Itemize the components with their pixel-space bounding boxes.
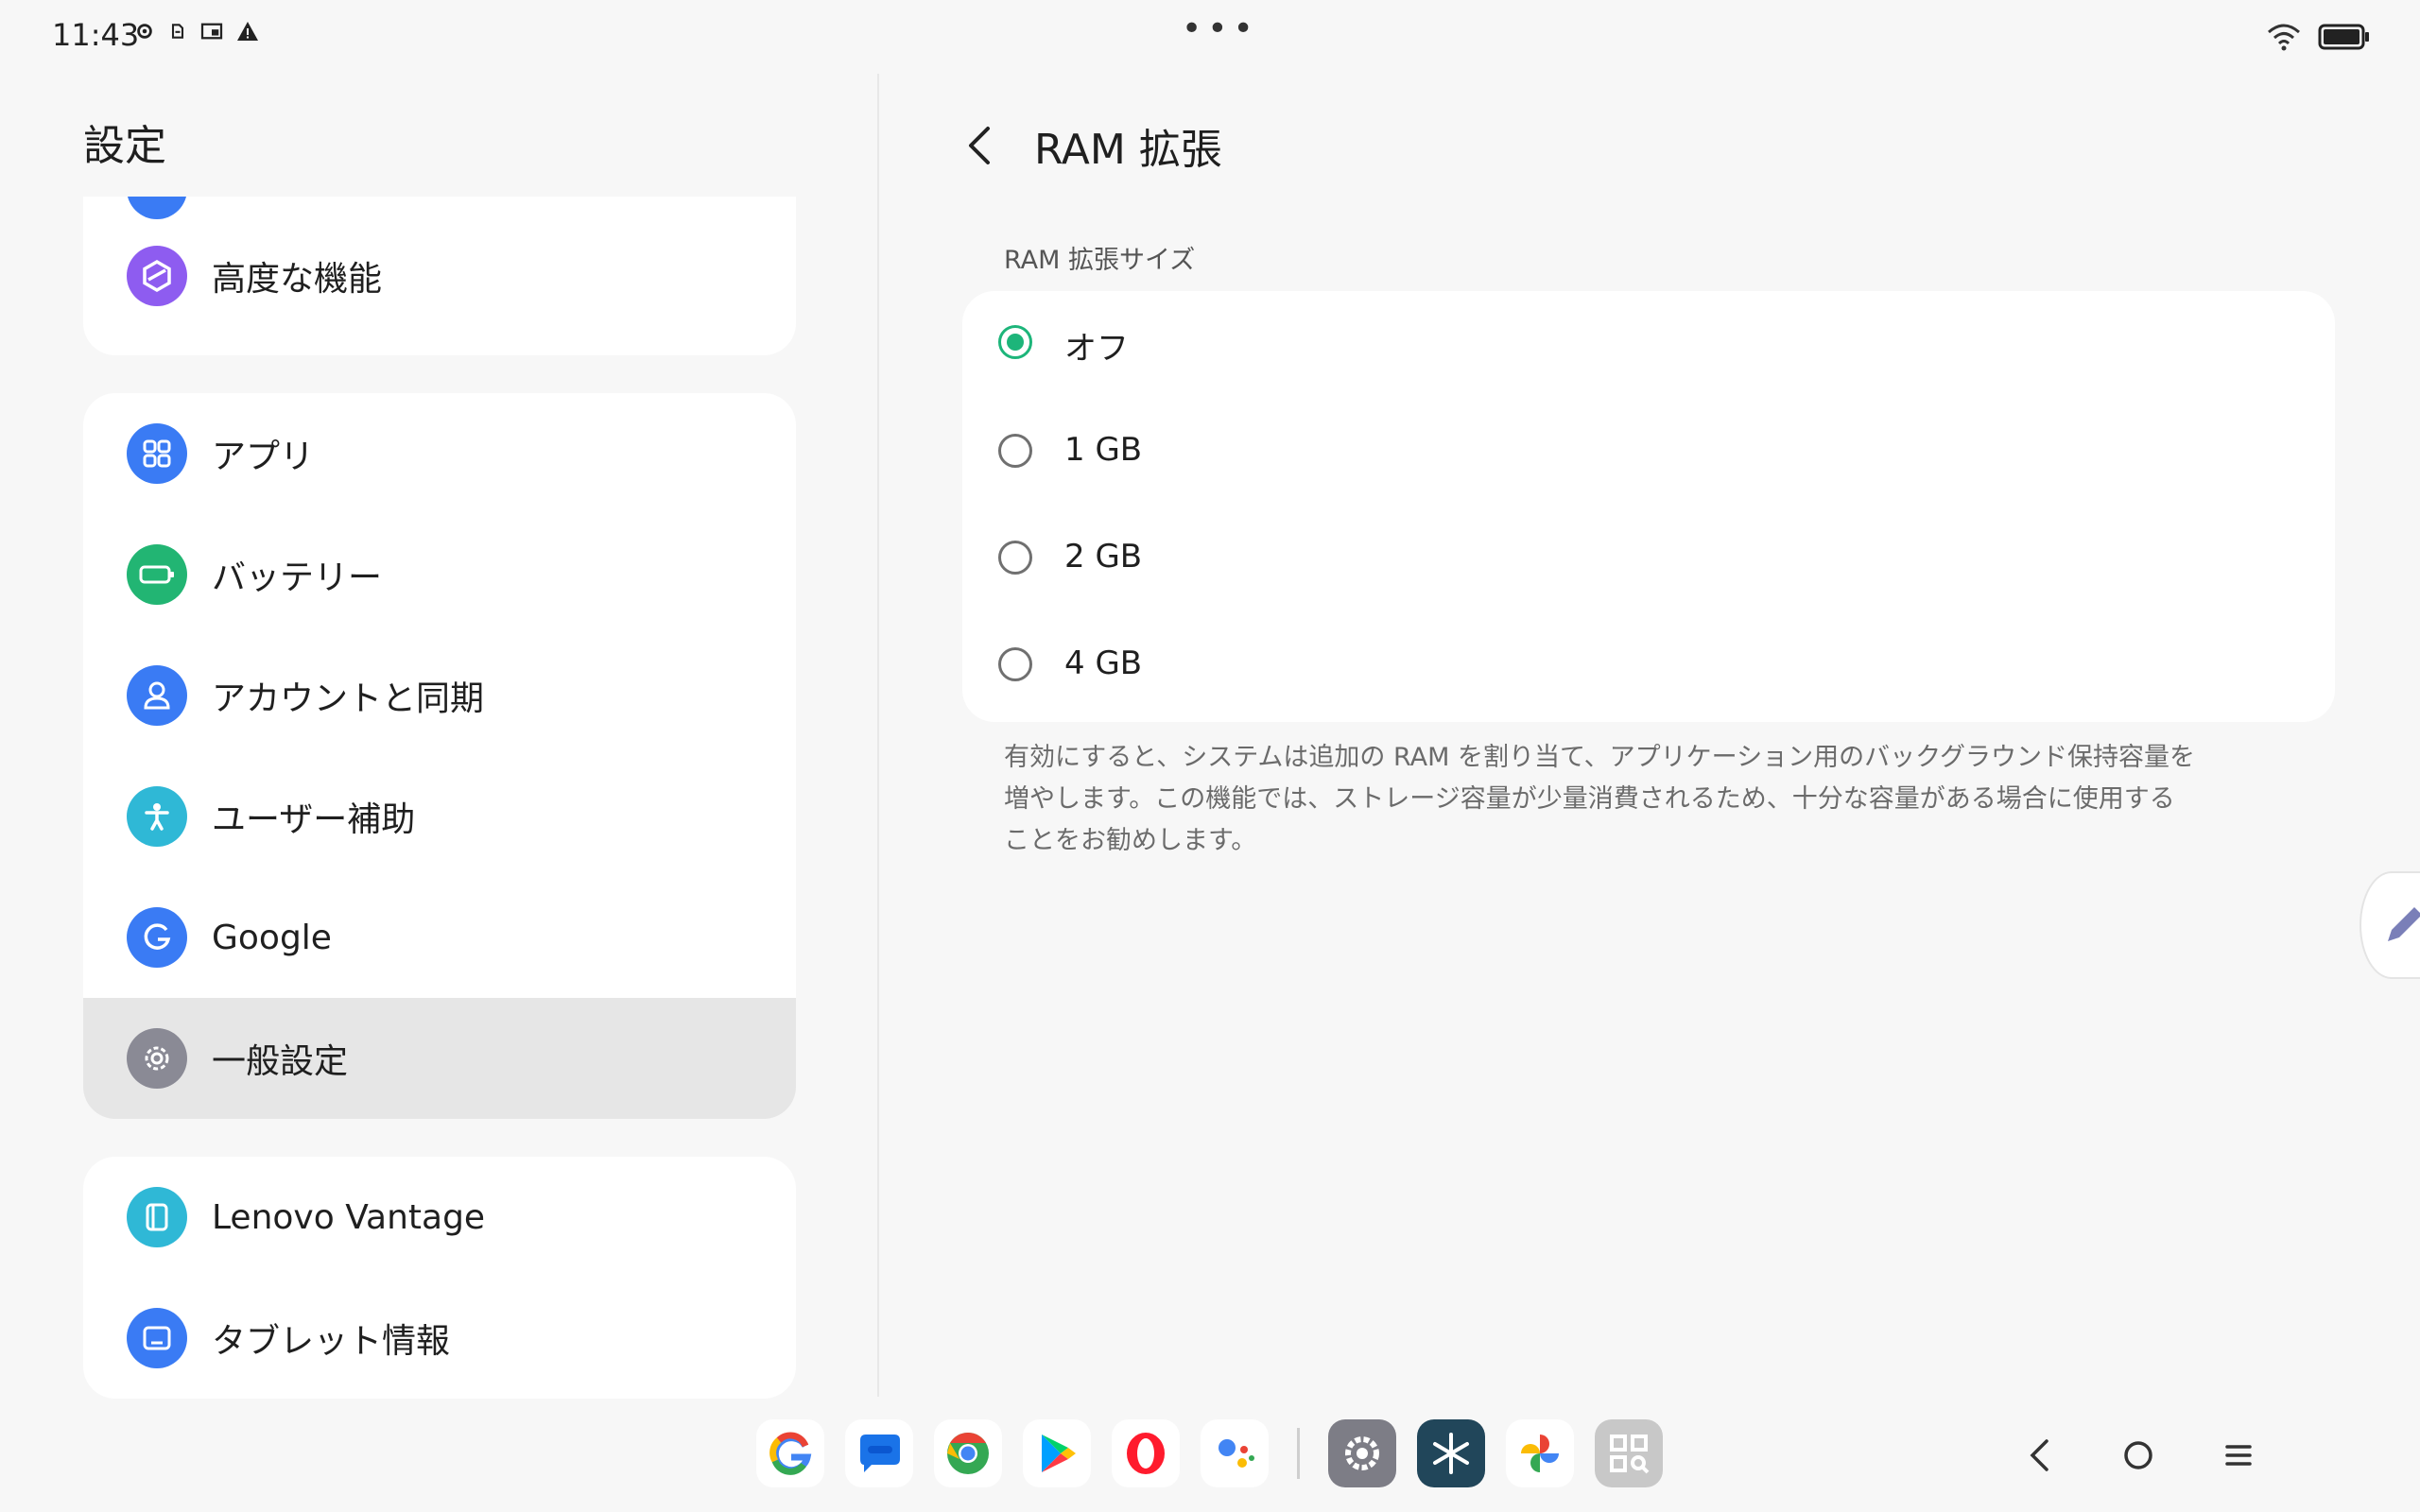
pen-shortcut-button[interactable] bbox=[2360, 871, 2420, 979]
settings-card-main: アプリ バッテリー アカウントと同期 ユーザー補助 Google 一般設定 bbox=[83, 393, 796, 1119]
settings-item-battery[interactable]: バッテリー bbox=[83, 514, 796, 635]
settings-app-icon[interactable] bbox=[1328, 1419, 1396, 1487]
section-header: RAM 拡張サイズ bbox=[1004, 246, 1196, 275]
battery-icon bbox=[127, 544, 187, 605]
settings-card-advanced: 高度な機能 bbox=[83, 197, 796, 355]
settings-item-google[interactable]: Google bbox=[83, 877, 796, 998]
tablet-info-icon bbox=[127, 1308, 187, 1368]
radio-button-checked[interactable] bbox=[998, 325, 1032, 359]
radio-button[interactable] bbox=[998, 647, 1032, 681]
battery-icon bbox=[2318, 24, 2369, 50]
wifi-icon bbox=[2268, 24, 2300, 51]
qr-scanner-app-icon[interactable] bbox=[1595, 1419, 1663, 1487]
option-label: 1 GB bbox=[1064, 431, 1143, 469]
chrome-app-icon[interactable] bbox=[934, 1419, 1002, 1487]
description-line: 有効にすると、システムは追加の RAM を割り当て、アプリケーション用のバックグ… bbox=[1004, 743, 2196, 772]
settings-item-label: アカウントと同期 bbox=[212, 679, 485, 718]
cast-icon bbox=[200, 23, 223, 40]
settings-item-label: バッテリー bbox=[212, 558, 383, 597]
settings-item-label: Lenovo Vantage bbox=[212, 1197, 486, 1237]
status-time: 11:43 bbox=[52, 17, 140, 53]
account-icon bbox=[127, 665, 187, 726]
photos-app-icon[interactable] bbox=[1506, 1419, 1574, 1487]
dock-separator bbox=[1297, 1428, 1300, 1479]
back-button[interactable] bbox=[951, 117, 1008, 174]
opera-app-icon[interactable] bbox=[1112, 1419, 1180, 1487]
nav-back-icon bbox=[2030, 1439, 2048, 1471]
radio-button[interactable] bbox=[998, 541, 1032, 575]
page-title: RAM 拡張 bbox=[1034, 126, 1222, 174]
description-text: 有効にすると、システムは追加の RAM を割り当て、アプリケーション用のバックグ… bbox=[1004, 737, 2233, 862]
settings-item-apps[interactable]: アプリ bbox=[83, 393, 796, 514]
settings-title: 設定 bbox=[83, 122, 166, 170]
option-label: オフ bbox=[1064, 330, 1129, 368]
settings-card-device: Lenovo Vantage タブレット情報 bbox=[83, 1157, 796, 1399]
assistant-app-icon[interactable] bbox=[1201, 1419, 1269, 1487]
settings-item-label: 一般設定 bbox=[212, 1042, 349, 1081]
description-line: 増やします。この機能では、ストレージ容量が少量消費されるため、十分な容量がある場… bbox=[1004, 784, 2175, 814]
option-label: 4 GB bbox=[1064, 644, 1143, 682]
nav-home-button[interactable] bbox=[2110, 1427, 2167, 1484]
warning-icon bbox=[237, 22, 258, 41]
settings-item-label: ユーザー補助 bbox=[212, 800, 416, 839]
option-label: 2 GB bbox=[1064, 538, 1143, 576]
snowflake-app-icon[interactable] bbox=[1417, 1419, 1485, 1487]
settings-item-label: アプリ bbox=[212, 438, 315, 476]
settings-item-label: Google bbox=[212, 918, 332, 957]
google-icon bbox=[127, 907, 187, 968]
sync-icon bbox=[171, 24, 184, 39]
settings-item-label: 高度な機能 bbox=[212, 260, 383, 299]
messages-app-icon[interactable] bbox=[845, 1419, 913, 1487]
status-bar: 11:43 ••• bbox=[0, 0, 2420, 74]
window-menu-dots[interactable]: ••• bbox=[1182, 9, 1259, 48]
advanced-features-icon bbox=[127, 246, 187, 306]
settings-gear-icon bbox=[137, 24, 152, 39]
nav-home-icon bbox=[2124, 1441, 2152, 1469]
settings-item-accessibility[interactable]: ユーザー補助 bbox=[83, 756, 796, 877]
nav-recents-button[interactable] bbox=[2210, 1427, 2267, 1484]
settings-item-advanced-features[interactable]: 高度な機能 bbox=[83, 215, 796, 336]
google-app-icon[interactable] bbox=[756, 1419, 824, 1487]
play-store-app-icon[interactable] bbox=[1023, 1419, 1091, 1487]
nav-menu-icon bbox=[2225, 1445, 2252, 1466]
accessibility-icon bbox=[127, 786, 187, 847]
ram-expansion-pane: RAM 拡張 RAM 拡張サイズ オフ 1 GB 2 GB 4 GB 有効にする… bbox=[879, 74, 2420, 1397]
settings-item-lenovo-vantage[interactable]: Lenovo Vantage bbox=[83, 1157, 796, 1278]
option-4gb[interactable]: 4 GB bbox=[962, 613, 2335, 717]
description-line: ことをお勧めします。 bbox=[1004, 826, 1257, 855]
option-2gb[interactable]: 2 GB bbox=[962, 507, 2335, 610]
apps-grid-icon bbox=[127, 423, 187, 484]
option-off[interactable]: オフ bbox=[962, 291, 2335, 395]
settings-item-tablet-info[interactable]: タブレット情報 bbox=[83, 1278, 796, 1399]
option-1gb[interactable]: 1 GB bbox=[962, 400, 2335, 504]
status-system-icons bbox=[2267, 23, 2371, 51]
gear-icon bbox=[127, 1028, 187, 1089]
pen-icon bbox=[2388, 907, 2420, 941]
nav-back-button[interactable] bbox=[2011, 1427, 2067, 1484]
radio-button[interactable] bbox=[998, 434, 1032, 468]
settings-list-pane: 設定 高度な機能 アプリ バッテリー アカウントと同期 ユーザー補助 Googl… bbox=[0, 74, 877, 1399]
ram-size-options: オフ 1 GB 2 GB 4 GB bbox=[962, 291, 2335, 722]
taskbar-dock bbox=[756, 1418, 1663, 1489]
settings-item-general[interactable]: 一般設定 bbox=[83, 998, 796, 1119]
settings-item-accounts[interactable]: アカウントと同期 bbox=[83, 635, 796, 756]
back-arrow-icon bbox=[969, 127, 990, 164]
settings-item-label: タブレット情報 bbox=[212, 1322, 451, 1361]
status-notification-icons bbox=[134, 21, 259, 42]
lenovo-vantage-icon bbox=[127, 1187, 187, 1247]
